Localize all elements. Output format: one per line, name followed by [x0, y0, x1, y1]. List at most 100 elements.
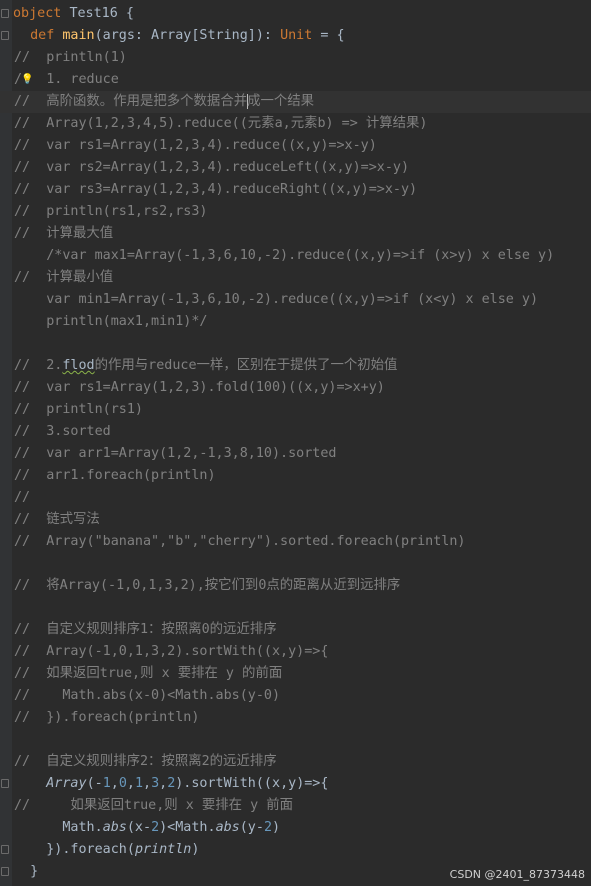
code-token: var min1=Array(-1,3,6,10,-2).reduce((x,y…	[14, 292, 539, 307]
code-line[interactable]: println(max1,min1)*/	[0, 311, 591, 333]
code-token: 成一个结果	[247, 94, 315, 109]
code-token: Math.	[14, 820, 103, 835]
code-text: 高阶函数。作用是把多个数据合并成一个结果	[14, 91, 314, 113]
code-line[interactable]: // println(1)	[0, 47, 591, 69]
code-token: }).foreach(	[14, 842, 135, 857]
code-text: }).foreach(println)	[14, 707, 199, 729]
code-line[interactable]: // }).foreach(println)	[0, 707, 591, 729]
code-line[interactable]	[0, 729, 591, 751]
code-line[interactable]: // 如果返回true,则 x 要排在 y 的前面	[0, 663, 591, 685]
code-token: var arr1=Array(1,2,-1,3,8,10).sorted	[14, 446, 337, 461]
code-text: var rs3=Array(1,2,3,4).reduceRight((x,y)…	[14, 179, 417, 201]
code-text: var arr1=Array(1,2,-1,3,8,10).sorted	[14, 443, 336, 465]
code-token: var rs2=Array(1,2,3,4).reduceLeft((x,y)=…	[14, 160, 410, 175]
code-text: 3.sorted	[14, 421, 111, 443]
code-token: 1. reduce	[14, 72, 119, 87]
code-token: 自定义规则排序1：按照离0的远近排序	[14, 622, 277, 637]
code-token: var rs3=Array(1,2,3,4).reduceRight((x,y)…	[14, 182, 418, 197]
code-text: arr1.foreach(println)	[14, 465, 215, 487]
code-token: = {	[312, 28, 345, 43]
code-text: println(max1,min1)*/	[14, 311, 207, 333]
code-line[interactable]: // var arr1=Array(1,2,-1,3,8,10).sorted	[0, 443, 591, 465]
code-line[interactable]: // println(rs1,rs2,rs3)	[0, 201, 591, 223]
code-line[interactable]: // 将Array(-1,0,1,3,2),按它们到0点的距离从近到远排序	[0, 575, 591, 597]
code-text: Math.abs(x-2)<Math.abs(y-2)	[14, 817, 280, 839]
code-line[interactable]: Math.abs(x-2)<Math.abs(y-2)	[0, 817, 591, 839]
code-line[interactable]: / 💡 1. reduce	[0, 69, 591, 91]
fold-marker-icon[interactable]	[1, 31, 9, 40]
code-line[interactable]: // 3.sorted	[0, 421, 591, 443]
code-line[interactable]	[0, 597, 591, 619]
code-line[interactable]: }).foreach(println)	[0, 839, 591, 861]
code-editor[interactable]: object Test16 { def main(args: Array[Str…	[0, 3, 591, 883]
code-text: Array(-1,0,1,3,2).sortWith((x,y)=>{	[14, 773, 328, 795]
code-token: )	[272, 820, 281, 835]
code-token: 自定义规则排序2：按照离2的远近排序	[14, 754, 277, 769]
code-token: 0	[118, 776, 127, 791]
code-token: 3	[151, 776, 160, 791]
code-token: flod	[62, 358, 95, 373]
code-token: abs	[102, 820, 127, 835]
code-line[interactable]: object Test16 {	[0, 3, 591, 25]
code-line[interactable]	[0, 333, 591, 355]
code-token: 将Array(-1,0,1,3,2),按它们到0点的距离从近到远排序	[14, 578, 401, 593]
code-text: 计算最小值	[14, 267, 113, 289]
code-token: 链式写法	[14, 512, 100, 527]
code-line[interactable]: // 自定义规则排序2：按照离2的远近排序	[0, 751, 591, 773]
code-line[interactable]: // var rs1=Array(1,2,3).fold(100)((x,y)=…	[0, 377, 591, 399]
code-token: ,	[159, 776, 168, 791]
code-line[interactable]: // 自定义规则排序1：按照离0的远近排序	[0, 619, 591, 641]
code-token: Test16 {	[69, 6, 134, 21]
code-token: Unit	[280, 28, 313, 43]
code-token: ,	[126, 776, 135, 791]
code-token: Array	[46, 776, 87, 791]
fold-marker-icon[interactable]	[1, 9, 9, 18]
fold-marker-icon[interactable]	[1, 845, 9, 854]
code-line[interactable]: // var rs1=Array(1,2,3,4).reduce((x,y)=>…	[0, 135, 591, 157]
fold-marker-icon[interactable]	[1, 779, 9, 788]
code-line[interactable]: // 计算最小值	[0, 267, 591, 289]
code-token: 计算最小值	[14, 270, 114, 285]
code-line[interactable]: // var rs3=Array(1,2,3,4).reduceRight((x…	[0, 179, 591, 201]
line-comment-marker: //	[14, 490, 31, 505]
code-line[interactable]: // arr1.foreach(println)	[0, 465, 591, 487]
code-line[interactable]: // Array(1,2,3,4,5).reduce((元素a,元素b) => …	[0, 113, 591, 135]
code-text: Array(-1,0,1,3,2).sortWith((x,y)=>{	[14, 641, 328, 663]
code-line[interactable]: def main(args: Array[String]): Unit = {	[0, 25, 591, 47]
fold-marker-icon[interactable]	[1, 867, 9, 876]
code-line[interactable]: // 如果返回true,则 x 要排在 y 前面	[0, 795, 591, 817]
code-token: 2.	[14, 358, 63, 373]
code-token: 计算最大值	[14, 226, 114, 241]
code-line[interactable]	[0, 553, 591, 575]
code-text: println(rs1,rs2,rs3)	[14, 201, 207, 223]
code-text: 如果返回true,则 x 要排在 y 的前面	[14, 663, 282, 685]
code-line[interactable]: // Array(-1,0,1,3,2).sortWith((x,y)=>{	[0, 641, 591, 663]
code-line[interactable]: // Array("banana","b","cherry").sorted.f…	[0, 531, 591, 553]
code-token: ,	[280, 776, 289, 791]
code-token: object	[13, 6, 70, 21]
code-line[interactable]: //	[0, 487, 591, 509]
code-token: def	[14, 28, 63, 43]
code-token: main	[62, 28, 95, 43]
code-token: 高阶函数。作用是把多个数据合并	[14, 94, 248, 109]
code-text: 计算最大值	[14, 223, 113, 245]
code-line[interactable]: /*var max1=Array(-1,3,6,10,-2).reduce((x…	[0, 245, 591, 267]
code-line[interactable]: // println(rs1)	[0, 399, 591, 421]
code-token: 3.sorted	[14, 424, 111, 439]
code-line[interactable]: // 高阶函数。作用是把多个数据合并成一个结果	[0, 91, 591, 113]
code-text: 自定义规则排序1：按照离0的远近排序	[14, 619, 277, 641]
code-text: 自定义规则排序2：按照离2的远近排序	[14, 751, 277, 773]
code-token: ,	[143, 776, 152, 791]
code-line[interactable]: var min1=Array(-1,3,6,10,-2).reduce((x,y…	[0, 289, 591, 311]
code-text: }	[14, 861, 38, 883]
code-text: println(1)	[14, 47, 127, 69]
code-line[interactable]: Array(-1,0,1,3,2).sortWith((x,y)=>{	[0, 773, 591, 795]
code-line[interactable]: // 链式写法	[0, 509, 591, 531]
code-line[interactable]: // 计算最大值	[0, 223, 591, 245]
code-line[interactable]: // var rs2=Array(1,2,3,4).reduceLeft((x,…	[0, 157, 591, 179]
code-line[interactable]: // 2.flod的作用与reduce一样，区别在于提供了一个初始值	[0, 355, 591, 377]
code-token: 如果返回true,则 x 要排在 y 的前面	[14, 666, 283, 681]
code-line[interactable]: // Math.abs(x-0)<Math.abs(y-0)	[0, 685, 591, 707]
code-token: Array(1,2,3,4,5).reduce((元素a,元素b) => 计算结…	[14, 116, 428, 131]
